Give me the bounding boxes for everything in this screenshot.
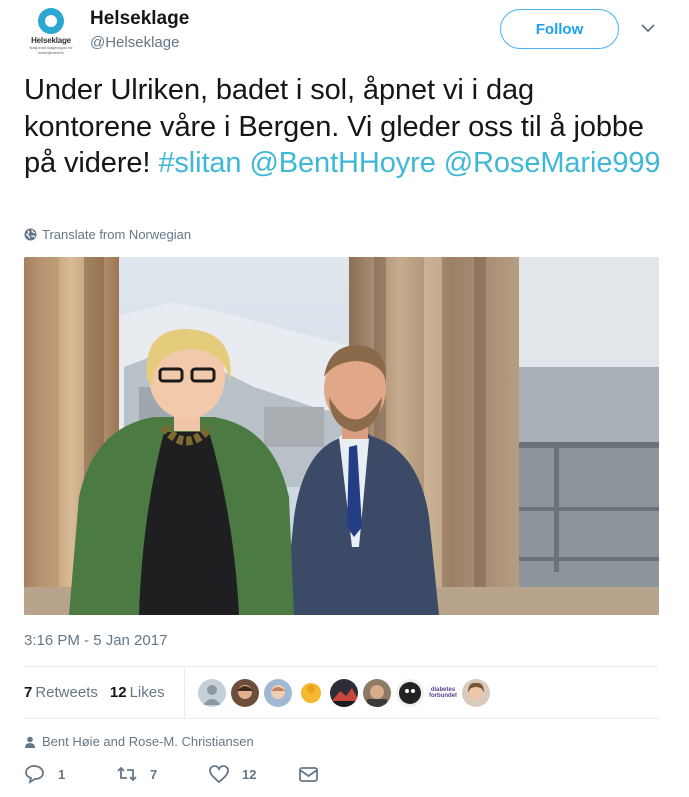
liker-avatar[interactable] — [330, 679, 358, 707]
avatar[interactable]: Helseklage Nasjonalt klageorgan for hels… — [24, 4, 78, 58]
globe-icon — [24, 228, 37, 241]
retweet-count: 7 — [150, 766, 158, 782]
retweets-stat[interactable]: 7 Retweets — [24, 684, 98, 701]
mention-link[interactable]: @RoseMarie999 — [444, 147, 661, 179]
display-name[interactable]: Helseklage — [90, 8, 189, 30]
message-icon — [299, 767, 318, 782]
helseklage-logo-icon — [38, 8, 64, 34]
liker-avatar[interactable] — [363, 679, 391, 707]
liker-avatar[interactable] — [231, 679, 259, 707]
retweets-label: Retweets — [35, 684, 98, 701]
stats-divider — [184, 668, 185, 718]
translate-label: Translate from Norwegian — [42, 227, 192, 242]
direct-message-button[interactable] — [298, 764, 320, 784]
translate-link[interactable]: Translate from Norwegian — [24, 227, 191, 242]
tweet-header: Helseklage Nasjonalt klageorgan for hels… — [0, 0, 689, 66]
retweets-count: 7 — [24, 684, 33, 701]
retweet-button[interactable]: 7 — [116, 764, 157, 784]
mention-link[interactable]: @BentHHoyre — [249, 147, 435, 179]
like-button[interactable]: 12 — [208, 764, 256, 784]
liker-badge-text: diabetes forbundet — [429, 687, 457, 699]
liker-avatar[interactable]: diabetes forbundet — [429, 679, 457, 707]
liker-avatar[interactable] — [396, 679, 424, 707]
chevron-down-icon[interactable] — [640, 20, 656, 36]
liker-avatar[interactable] — [297, 679, 325, 707]
liker-avatar[interactable] — [198, 679, 226, 707]
engagement-stats: 7 Retweets 12 Likes — [24, 684, 165, 701]
divider — [24, 666, 658, 667]
reply-icon — [25, 765, 44, 784]
person-icon — [25, 736, 35, 748]
liker-avatars: diabetes forbundet — [198, 679, 490, 707]
like-count: 12 — [242, 766, 257, 782]
context-text: Bent Høie and Rose-M. Christiansen — [42, 734, 254, 749]
reply-button[interactable]: 1 — [24, 764, 65, 784]
retweet-icon — [117, 766, 137, 782]
reply-count: 1 — [58, 766, 66, 782]
divider — [24, 718, 658, 719]
hashtag-link[interactable]: #slitan — [158, 147, 241, 179]
tweet-text: Under Ulriken, badet i sol, åpnet vi i d… — [24, 72, 664, 182]
follow-button[interactable]: Follow — [500, 9, 619, 49]
liker-avatar[interactable] — [264, 679, 292, 707]
avatar-logo-text: Helseklage — [31, 36, 71, 45]
heart-icon — [209, 765, 229, 784]
photo-image — [24, 257, 659, 615]
likes-label: Likes — [129, 684, 165, 701]
avatar-logo-subtitle: Nasjonalt klageorgan for helsetjenesten — [29, 45, 73, 55]
liker-avatar[interactable] — [462, 679, 490, 707]
tweet-context: Bent Høie and Rose-M. Christiansen — [24, 734, 254, 749]
screen-name[interactable]: @Helseklage — [90, 34, 179, 51]
likes-stat[interactable]: 12 Likes — [110, 684, 165, 701]
likes-count: 12 — [109, 684, 127, 701]
tweet-timestamp[interactable]: 3:16 PM - 5 Jan 2017 — [24, 632, 167, 649]
tweet-photo[interactable] — [24, 257, 659, 615]
